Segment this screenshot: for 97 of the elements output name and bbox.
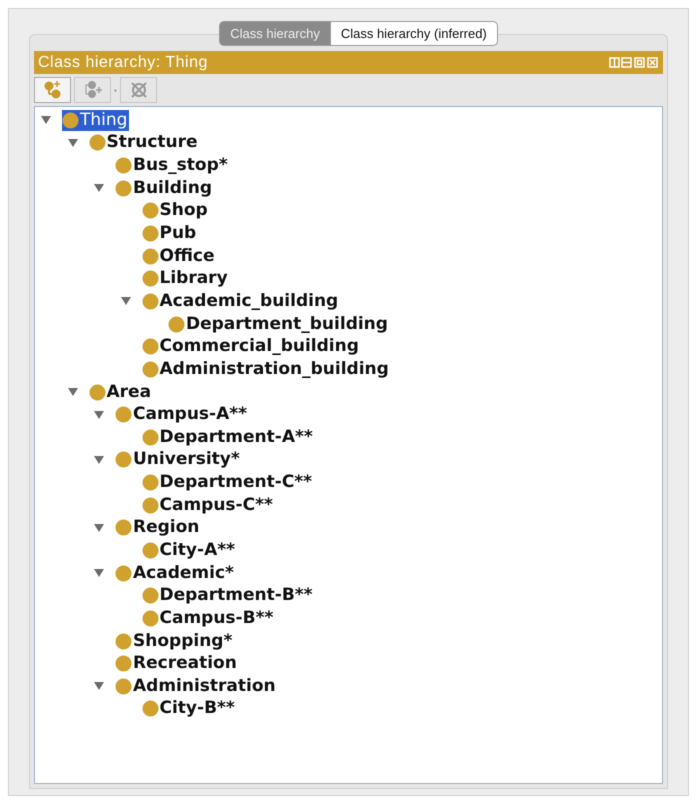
class-dot-icon — [142, 610, 158, 627]
tree-item[interactable]: City-B** — [142, 698, 237, 720]
delete-class-icon — [128, 80, 148, 100]
class-dot-icon — [142, 542, 158, 559]
tab[interactable]: Class hierarchy (inferred) — [330, 21, 498, 46]
class-label: Thing — [80, 112, 128, 129]
tree-item[interactable]: Commercial_building — [142, 336, 361, 358]
tree-item[interactable]: Campus-A** — [115, 404, 250, 426]
class-dot-icon — [142, 474, 158, 492]
tree-item[interactable]: Department-C** — [142, 472, 314, 494]
tree-item[interactable]: Building — [115, 178, 214, 199]
class-dot-icon — [115, 180, 132, 197]
tree-item[interactable]: Pub — [142, 223, 198, 244]
class-dot-icon — [142, 338, 158, 356]
class-dot-icon — [88, 384, 106, 400]
tree-item[interactable]: Administration — [115, 676, 278, 697]
class-label: Recreation — [133, 655, 237, 672]
class-label: Region — [133, 519, 200, 536]
class-label: City-A** — [160, 542, 236, 559]
class-label: Structure — [106, 134, 198, 152]
class-label: Department-A** — [160, 428, 313, 446]
class-dot-icon — [115, 157, 132, 174]
tree-item[interactable]: Region — [115, 517, 202, 538]
class-dot-icon — [142, 496, 158, 514]
collapse-arrow-icon[interactable] — [94, 183, 104, 194]
collapse-arrow-icon[interactable] — [94, 410, 104, 420]
separator-dot-icon — [114, 88, 117, 92]
class-dot-icon — [142, 292, 158, 310]
class-label: Academic_building — [160, 292, 338, 310]
collapse-arrow-icon[interactable] — [94, 454, 104, 465]
class-label: Commercial_building — [160, 338, 359, 356]
tree-item[interactable]: University* — [115, 449, 242, 470]
tree-item[interactable]: Thing — [62, 110, 130, 131]
class-dot-icon — [142, 225, 158, 242]
class-label: Bus_stop* — [133, 157, 228, 174]
class-dot-icon — [142, 202, 158, 220]
tree-item[interactable]: Recreation — [115, 653, 239, 674]
class-dot-icon — [142, 248, 158, 265]
class-label: Pub — [160, 225, 196, 242]
class-label: Administration — [133, 678, 276, 695]
class-dot-icon — [115, 451, 132, 468]
class-dot-icon — [115, 406, 132, 424]
collapse-arrow-icon[interactable] — [94, 681, 104, 692]
add-sibling-icon — [82, 80, 102, 100]
tree-item[interactable]: Department-A** — [142, 426, 315, 448]
class-dot-icon — [115, 655, 132, 672]
class-label: Department-B** — [160, 587, 313, 604]
class-dot-icon — [115, 564, 132, 582]
tree-item[interactable]: Campus-C** — [142, 494, 275, 516]
tree-item[interactable]: City-A** — [142, 540, 238, 561]
class-label: Building — [133, 180, 212, 197]
class-label: Campus-A** — [133, 406, 248, 424]
tree-item[interactable]: Administration_building — [142, 358, 391, 380]
tree-item[interactable]: Library — [142, 268, 230, 290]
tree-item[interactable]: Office — [142, 246, 217, 267]
class-label: Library — [160, 270, 228, 288]
class-dot-icon — [142, 428, 158, 446]
class-label: Office — [160, 248, 215, 265]
tree-item[interactable]: Structure — [88, 132, 200, 154]
class-dot-icon — [115, 678, 132, 695]
collapse-arrow-icon[interactable] — [94, 522, 104, 533]
tree-item[interactable]: Bus_stop* — [115, 155, 230, 176]
view-title: Class hierarchy: Thing — [38, 52, 208, 72]
class-dot-icon — [168, 316, 185, 333]
class-label: Department_building — [186, 316, 388, 333]
collapse-arrow-icon[interactable] — [94, 568, 104, 578]
collapse-arrow-icon[interactable] — [68, 387, 78, 397]
class-label: Shopping* — [133, 632, 232, 650]
collapse-arrow-icon[interactable] — [41, 115, 51, 126]
class-dot-icon — [88, 134, 106, 152]
class-dot-icon — [142, 270, 158, 288]
add-subclass-icon — [42, 80, 62, 100]
class-label: Shop — [160, 202, 208, 220]
tree-item[interactable]: Academic* — [115, 562, 236, 584]
class-label: University* — [133, 451, 240, 468]
tree-item[interactable]: Campus-B** — [142, 608, 276, 629]
class-label: Area — [106, 384, 152, 400]
class-dot-icon — [142, 700, 158, 718]
tree-item[interactable]: Area — [88, 382, 154, 402]
tree-item[interactable]: Shopping* — [115, 630, 234, 652]
class-label: Department-C** — [160, 474, 312, 492]
class-label: Academic* — [133, 564, 234, 582]
collapse-arrow-icon[interactable] — [68, 138, 78, 148]
class-label: Campus-C** — [160, 496, 273, 514]
class-label: Campus-B** — [160, 610, 274, 627]
class-dot-icon — [115, 519, 132, 536]
class-dot-icon — [142, 360, 158, 378]
tree-item[interactable]: Department_building — [168, 314, 390, 335]
class-label: Administration_building — [160, 360, 389, 378]
class-label: City-B** — [160, 700, 235, 718]
tree-item[interactable]: Shop — [142, 200, 210, 222]
class-dot-icon — [142, 587, 158, 604]
class-dot-icon — [62, 112, 79, 129]
tree-item[interactable]: Department-B** — [142, 585, 315, 606]
tree-item[interactable]: Academic_building — [142, 290, 340, 312]
collapse-arrow-icon[interactable] — [120, 296, 130, 306]
class-dot-icon — [115, 632, 132, 650]
